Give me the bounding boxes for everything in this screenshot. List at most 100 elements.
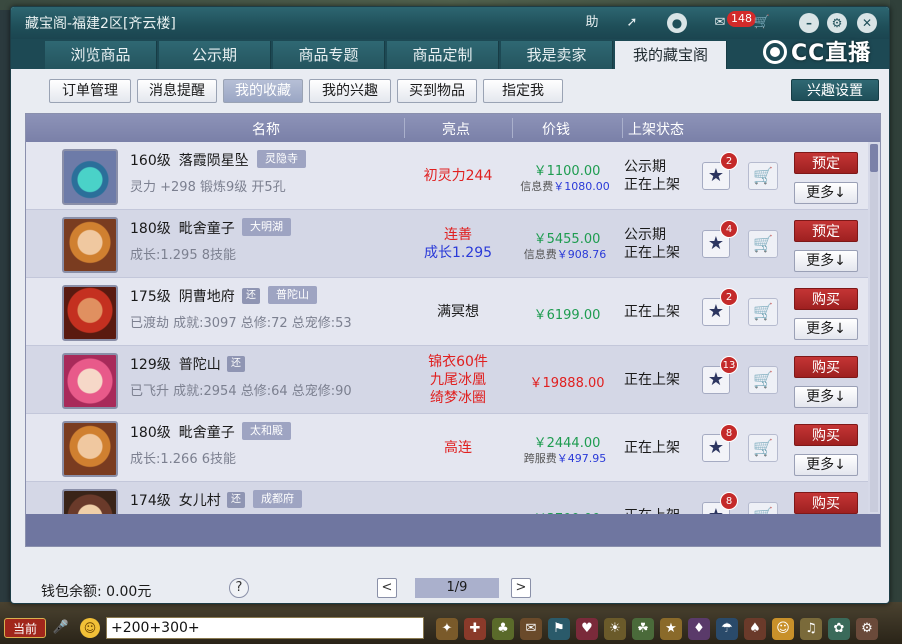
item-name[interactable]: 180级 毗舍童子 (130, 422, 235, 442)
chat-channel-button[interactable]: 当前 (4, 618, 46, 638)
buy-button[interactable]: 购买 (794, 492, 858, 514)
add-to-cart-button[interactable]: 🛒 (748, 162, 778, 190)
share-icon[interactable]: ➚ (621, 13, 643, 33)
microphone-icon[interactable]: 🎤 (52, 618, 70, 638)
item-name[interactable]: 175级 阴曹地府 (130, 286, 235, 306)
toolbar-icon-12[interactable]: ♠ (744, 618, 766, 640)
prev-page-button[interactable]: < (377, 578, 397, 598)
add-to-cart-button[interactable]: 🛒 (748, 230, 778, 258)
buy-button[interactable]: 预定 (794, 152, 858, 174)
buy-button[interactable]: 购买 (794, 356, 858, 378)
toolbar-icon-16[interactable]: ⚙ (856, 618, 878, 640)
item-avatar[interactable] (62, 489, 118, 514)
favorite-count-badge: 4 (720, 220, 738, 238)
highlight-text: 初灵力244 (423, 168, 493, 184)
subtab-favorites[interactable]: 我的收藏 (223, 79, 303, 103)
more-button[interactable]: 更多↓ (794, 386, 858, 408)
toolbar-icon-2[interactable]: ✚ (464, 618, 486, 640)
item-avatar[interactable] (62, 353, 118, 409)
cart-icon[interactable]: 🛒 (751, 13, 773, 33)
item-name[interactable]: 180级 毗舍童子 (130, 218, 235, 238)
tab-custom[interactable]: 商品定制 (387, 41, 499, 69)
interest-settings-button[interactable]: 兴趣设置 (791, 79, 879, 101)
item-avatar[interactable] (62, 217, 118, 273)
item-price: ￥6199.00 (533, 308, 601, 323)
tab-topics[interactable]: 商品专题 (273, 41, 385, 69)
scrollbar-thumb[interactable] (870, 144, 878, 172)
tab-my-pavilion[interactable]: 我的藏宝阁 (615, 41, 727, 69)
subtab-messages[interactable]: 消息提醒 (137, 79, 217, 103)
more-button[interactable]: 更多↓ (794, 318, 858, 340)
page-indicator: 1/9 (415, 578, 499, 598)
add-to-cart-button[interactable]: 🛒 (748, 366, 778, 394)
subtab-assigned[interactable]: 指定我 (483, 79, 563, 103)
tab-public[interactable]: 公示期 (159, 41, 271, 69)
toolbar-icon-7[interactable]: ☀ (604, 618, 626, 640)
toolbar-icon-11[interactable]: ☂ (716, 618, 738, 640)
item-title: 阴曹地府 (178, 289, 235, 305)
item-avatar[interactable] (62, 285, 118, 341)
highlight-text: 满冥想 (437, 304, 479, 320)
close-icon[interactable]: ✕ (857, 13, 877, 33)
item-level: 129级 (130, 357, 171, 373)
more-button[interactable]: 更多↓ (794, 454, 858, 476)
buy-button[interactable]: 购买 (794, 424, 858, 446)
item-level: 174级 (130, 493, 171, 509)
subtab-interests[interactable]: 我的兴趣 (309, 79, 391, 103)
minimize-icon[interactable]: – (799, 13, 819, 33)
subtab-purchased[interactable]: 买到物品 (397, 79, 477, 103)
buy-button[interactable]: 预定 (794, 220, 858, 242)
listing-status: 正在上架 (624, 439, 704, 457)
help-icon[interactable]: ? (229, 578, 249, 598)
toolbar-icon-3[interactable]: ♣ (492, 618, 514, 640)
toolbar-icon-1[interactable]: ✦ (436, 618, 458, 640)
title-bar[interactable]: 藏宝阁-福建2区[齐云楼] 助 ➚ ● ✉ 148 🛒 – ⚙ ✕ (11, 7, 889, 39)
more-button[interactable]: 更多↓ (794, 250, 858, 272)
highlight-cell: 锦衣60件 九尾冰凰 绮梦冰圈 (406, 353, 510, 407)
help-button[interactable]: 助 (581, 13, 603, 33)
tab-seller[interactable]: 我是卖家 (501, 41, 613, 69)
table-row[interactable]: 160级 落霞陨星坠 灵隐寺 灵力 +298 锻炼9级 开5孔 初灵力244 ￥1100.… (26, 142, 868, 210)
toolbar-icon-4[interactable]: ✉ (520, 618, 542, 640)
favorite-count-badge: 2 (720, 152, 738, 170)
toolbar-icon-10[interactable]: ♦ (688, 618, 710, 640)
item-avatar[interactable] (62, 421, 118, 477)
next-page-button[interactable]: > (511, 578, 531, 598)
add-to-cart-button[interactable]: 🛒 (748, 434, 778, 462)
table-row[interactable]: 174级女儿村还成都府已渡劫 成就:2283 总修:59 总宠修:40￥3700… (26, 482, 868, 514)
more-button[interactable]: 更多↓ (794, 182, 858, 204)
favorite-count-badge: 13 (720, 356, 738, 374)
main-tabs: 浏览商品 公示期 商品专题 商品定制 我是卖家 我的藏宝阁 (11, 39, 889, 69)
toolbar-icon-13[interactable]: ☺ (772, 618, 794, 640)
server-tag: 普陀山 (268, 286, 317, 304)
table-row[interactable]: 129级 普陀山还已飞升 成就:2954 总修:64 总宠修:90 锦衣60件 九尾冰… (26, 346, 868, 414)
record-icon[interactable]: ● (667, 13, 687, 33)
toolbar-icon-14[interactable]: ♫ (800, 618, 822, 640)
toolbar-icon-5[interactable]: ⚑ (548, 618, 570, 640)
buy-button[interactable]: 购买 (794, 288, 858, 310)
item-name[interactable]: 174级 女儿村 (130, 490, 221, 510)
game-scene-right (890, 0, 902, 644)
subtab-orders[interactable]: 订单管理 (49, 79, 131, 103)
item-avatar[interactable] (62, 149, 118, 205)
wallet-value: 0.00元 (106, 584, 152, 600)
emoji-icon[interactable]: ☺ (80, 618, 100, 638)
settings-icon[interactable]: ⚙ (827, 13, 847, 33)
add-to-cart-button[interactable]: 🛒 (748, 298, 778, 326)
toolbar-icon-8[interactable]: ☘ (632, 618, 654, 640)
item-name[interactable]: 129级 普陀山 (130, 354, 221, 374)
wallet-balance: 钱包余额: 0.00元 (41, 581, 151, 601)
chat-input[interactable]: +200+300+ (106, 617, 424, 639)
toolbar-icon-9[interactable]: ★ (660, 618, 682, 640)
tab-browse[interactable]: 浏览商品 (45, 41, 157, 69)
toolbar-icon-15[interactable]: ✿ (828, 618, 850, 640)
table-row[interactable]: 180级 毗舍童子 太和殿 成长:1.266 6技能 高连 ￥2444.00 跨服费￥497… (26, 414, 868, 482)
toolbar-icon-6[interactable]: ♥ (576, 618, 598, 640)
table-row[interactable]: 175级 阴曹地府还普陀山 已渡劫 成就:3097 总修:72 总宠修:53 满冥想 ￥… (26, 278, 868, 346)
table-row[interactable]: 180级 毗舍童子 大明湖 成长:1.295 8技能 连善 成长1.295 ￥5455.00… (26, 210, 868, 278)
add-to-cart-button[interactable]: 🛒 (748, 502, 778, 514)
header-divider (622, 118, 623, 138)
item-title: 女儿村 (178, 493, 221, 509)
table-scrollbar[interactable] (870, 144, 878, 512)
item-name[interactable]: 160级 落霞陨星坠 (130, 150, 249, 170)
